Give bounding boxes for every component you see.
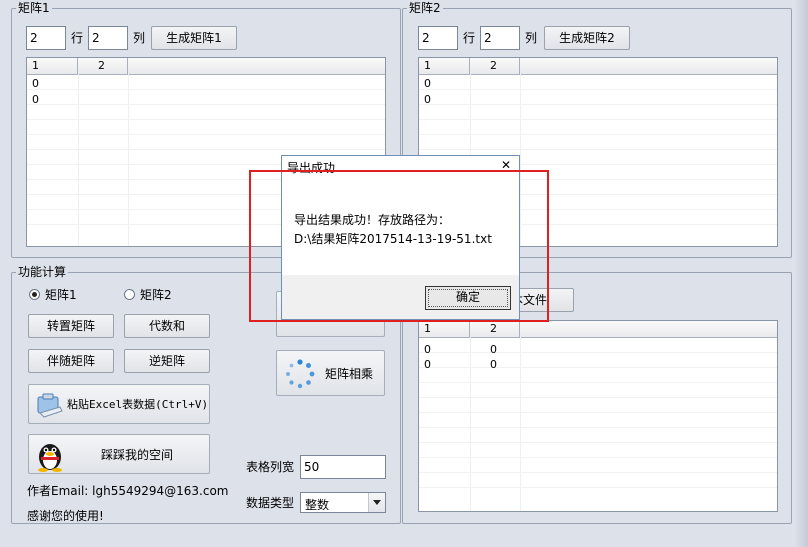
matrix1-grid-header: 1 2: [27, 58, 385, 75]
transpose-button[interactable]: 转置矩阵: [28, 314, 114, 338]
author-email: 作者Email: lgh5549294@163.com: [27, 484, 229, 498]
matrix2-radio-label[interactable]: 矩阵2: [140, 288, 172, 302]
generate-matrix1-button[interactable]: 生成矩阵1: [151, 26, 237, 50]
result-grid[interactable]: 1 2 0 0 0 0: [418, 320, 778, 512]
matrix2-cols-label: 列: [525, 31, 538, 45]
matrix1-group-label: 矩阵1: [16, 1, 52, 15]
matrix2-cols-input[interactable]: 2: [480, 26, 520, 50]
matrix1-cols-input[interactable]: 2: [88, 26, 128, 50]
qq-penguin-icon: [38, 444, 62, 472]
multiply-button[interactable]: 矩阵相乘: [276, 350, 385, 396]
data-type-select[interactable]: 整数: [300, 492, 386, 513]
adjoint-button[interactable]: 伴随矩阵: [28, 349, 114, 373]
result-cell[interactable]: 0: [424, 357, 431, 372]
matrix1-rows-input[interactable]: 2: [26, 26, 66, 50]
algebraic-sum-button[interactable]: 代数和: [124, 314, 210, 338]
data-type-selected: 整数: [305, 498, 330, 512]
generate-matrix2-button[interactable]: 生成矩阵2: [544, 26, 630, 50]
matrix2-grid-header: 1 2: [419, 58, 777, 75]
data-type-label: 数据类型: [246, 496, 295, 510]
matrix1-col-header[interactable]: 2: [78, 58, 128, 74]
matrix2-group-label: 矩阵2: [407, 1, 443, 15]
result-col-header[interactable]: 2: [470, 321, 520, 337]
matrix2-rows-label: 行: [463, 31, 476, 45]
matrix2-col-header[interactable]: 2: [470, 58, 520, 74]
visit-space-button[interactable]: 踩踩我的空间: [28, 434, 210, 474]
matrix2-cell[interactable]: 0: [424, 92, 431, 107]
result-cell[interactable]: 0: [490, 342, 497, 357]
col-width-input[interactable]: 50: [300, 455, 386, 479]
result-col-header[interactable]: 1: [419, 321, 470, 337]
matrix1-radio-label[interactable]: 矩阵1: [45, 288, 77, 302]
paste-excel-button[interactable]: 粘贴Excel表数据(Ctrl+V): [28, 384, 210, 424]
highlight-box: [249, 170, 549, 322]
matrix2-cell[interactable]: 0: [424, 76, 431, 91]
result-grid-header: 1 2: [419, 321, 777, 338]
visit-space-label: 踩踩我的空间: [101, 448, 174, 462]
matrix1-radio[interactable]: [29, 289, 40, 300]
matrix2-radio[interactable]: [124, 289, 135, 300]
matrix1-cell[interactable]: 0: [32, 76, 39, 91]
right-edge-shadow: [795, 0, 808, 547]
matrix2-rows-input[interactable]: 2: [418, 26, 458, 50]
matrix1-cell[interactable]: 0: [32, 92, 39, 107]
matrix1-col-header[interactable]: 1: [27, 58, 78, 74]
result-cell[interactable]: 0: [490, 357, 497, 372]
function-group-label: 功能计算: [16, 265, 69, 279]
matrix1-cols-label: 列: [133, 31, 146, 45]
matrix2-col-header[interactable]: 1: [419, 58, 470, 74]
clipboard-paste-icon: [37, 393, 63, 418]
result-cell[interactable]: 0: [424, 342, 431, 357]
chevron-down-icon[interactable]: [368, 493, 385, 512]
col-width-label: 表格列宽: [246, 460, 295, 474]
spinner-icon: [286, 359, 315, 389]
inverse-button[interactable]: 逆矩阵: [124, 349, 210, 373]
paste-excel-label: 粘贴Excel表数据(Ctrl+V): [67, 398, 209, 411]
matrix1-rows-label: 行: [71, 31, 84, 45]
multiply-label: 矩阵相乘: [325, 367, 374, 381]
thanks-text: 感谢您的使用!: [27, 509, 104, 523]
